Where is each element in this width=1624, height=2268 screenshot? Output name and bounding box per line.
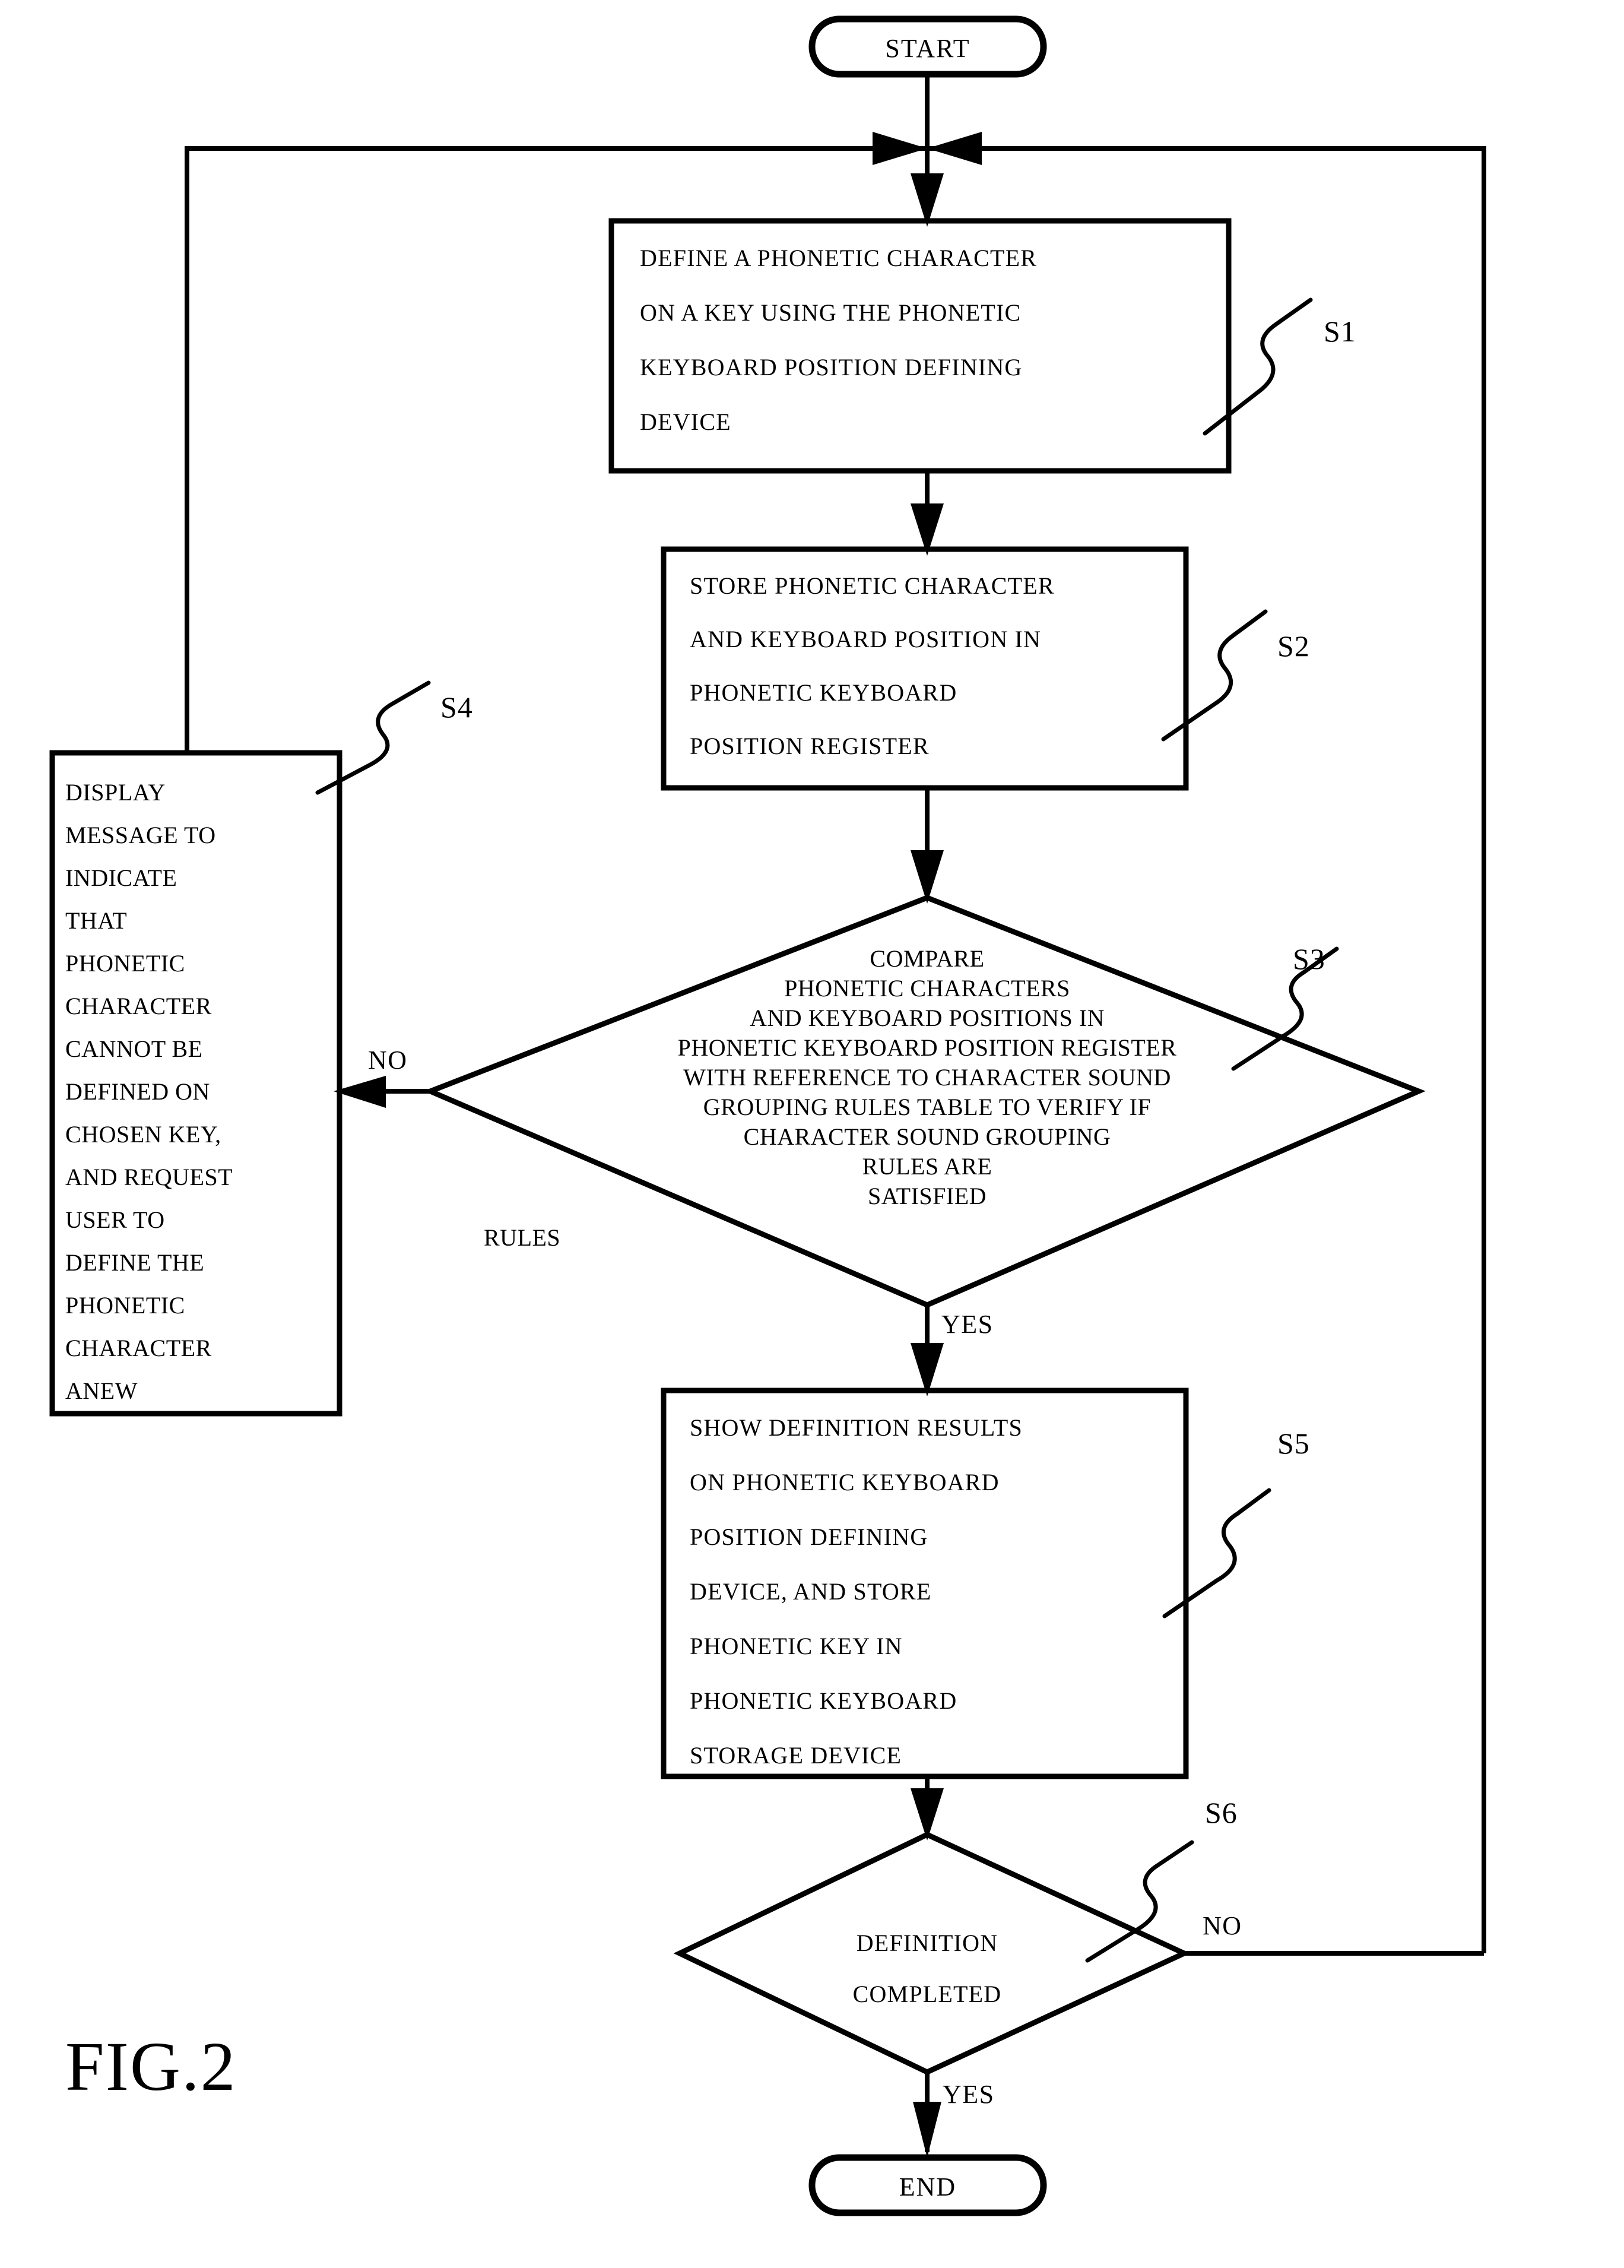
step-box-s6: DEFINITION COMPLETED [673, 1832, 1191, 2075]
end-terminal-label: END [899, 2172, 956, 2202]
s3-line-3: AND KEYBOARD POSITIONS IN [750, 1005, 1105, 1031]
s5-line-6: PHONETIC KEYBOARD [690, 1687, 957, 1714]
s4-line-13: PHONETIC [65, 1292, 185, 1319]
s4-line-2: MESSAGE TO [65, 822, 216, 848]
s1-line-2: ON A KEY USING THE PHONETIC [640, 299, 1021, 326]
s4-leader-line [315, 680, 431, 795]
s3-line-4: PHONETIC KEYBOARD POSITION REGISTER [678, 1034, 1177, 1061]
s4-line-4: THAT [65, 907, 127, 934]
s4-line-10: AND REQUEST [65, 1164, 233, 1190]
s4-line-12: DEFINE THE [65, 1249, 204, 1276]
s3-line-2: PHONETIC CHARACTERS [784, 975, 1070, 1002]
s3-line-8: RULES ARE [862, 1153, 992, 1180]
step-box-s5: SHOW DEFINITION RESULTS ON PHONETIC KEYB… [661, 1388, 1189, 1779]
s2-ref-label: S2 [1277, 629, 1310, 663]
s4-line-14: CHARACTER [65, 1335, 212, 1361]
s5-leader-line [1162, 1488, 1271, 1618]
terminal-end: END [808, 2154, 1047, 2216]
s3-line-6: GROUPING RULES TABLE TO VERIFY IF [703, 1094, 1152, 1120]
s1-leader-line [1203, 297, 1313, 436]
s3-line-7: CHARACTER SOUND GROUPING [744, 1123, 1111, 1150]
start-terminal-label: START [885, 34, 970, 63]
arrowhead-s6-yes-to-end [913, 2102, 941, 2158]
s6-line-1: DEFINITION [857, 1930, 998, 1956]
s5-line-7: STORAGE DEVICE [690, 1742, 902, 1769]
s5-line-3: POSITION DEFINING [690, 1523, 928, 1550]
s4-line-6: CHARACTER [65, 993, 212, 1019]
step-box-s3: COMPARE PHONETIC CHARACTERS AND KEYBOARD… [423, 895, 1426, 1308]
s2-line-3: PHONETIC KEYBOARD [690, 679, 957, 706]
s1-line-1: DEFINE A PHONETIC CHARACTER [640, 245, 1037, 271]
s4-line-8: DEFINED ON [65, 1078, 210, 1105]
s4-line-3: INDICATE [65, 864, 177, 891]
s5-ref-label: S5 [1277, 1427, 1310, 1460]
s2-leader-line [1161, 609, 1268, 742]
s4-line-15: ANEW [65, 1377, 138, 1404]
figure-root: START DEFINE A PHONETIC CHARACTER ON A K… [0, 0, 1624, 2268]
s1-line-4: DEVICE [640, 408, 731, 435]
s4-line-11: USER TO [65, 1206, 165, 1233]
s2-line-4: POSITION REGISTER [690, 733, 930, 759]
s4-ref-label: S4 [440, 690, 473, 724]
s4-line-1: DISPLAY [65, 779, 166, 806]
s3-ref-label: S3 [1293, 942, 1325, 975]
s5-line-2: ON PHONETIC KEYBOARD [690, 1469, 1000, 1496]
s5-line-4: DEVICE, AND STORE [690, 1578, 931, 1605]
s1-line-3: KEYBOARD POSITION DEFINING [640, 354, 1023, 381]
s6-no-label: NO [1203, 1911, 1242, 1940]
s3-line-5: WITH REFERENCE TO CHARACTER SOUND [683, 1064, 1171, 1091]
arrowhead-left-loop-merge [873, 132, 927, 165]
s6-ref-label: S6 [1205, 1796, 1238, 1829]
s3-yes-label: YES [941, 1310, 994, 1339]
s6-line-2: COMPLETED [853, 1981, 1002, 2007]
s5-line-1: SHOW DEFINITION RESULTS [690, 1414, 1023, 1441]
s4-line-9: CHOSEN KEY, [65, 1121, 221, 1148]
s3-line-9: SATISFIED [868, 1183, 987, 1209]
s3-line-1: COMPARE [870, 945, 984, 972]
connector-s4-feedback-loop [185, 146, 927, 753]
step-box-s2: STORE PHONETIC CHARACTER AND KEYBOARD PO… [661, 546, 1189, 791]
s3-no-label: NO [368, 1046, 408, 1075]
flowchart-diagram: START DEFINE A PHONETIC CHARACTER ON A K… [49, 15, 1486, 2216]
s5-line-5: PHONETIC KEY IN [690, 1633, 903, 1659]
terminal-start: START [808, 15, 1047, 78]
arrowhead-right-loop-merge [927, 132, 982, 165]
step-box-s1: DEFINE A PHONETIC CHARACTER ON A KEY USI… [608, 218, 1232, 474]
s4-line-7: CANNOT BE [65, 1035, 203, 1062]
s6-leader-line [1085, 1840, 1194, 1963]
s2-line-1: STORE PHONETIC CHARACTER [690, 572, 1055, 599]
step-box-s4: DISPLAY MESSAGE TO INDICATE THAT PHONETI… [49, 750, 342, 1417]
s4-line-5: PHONETIC [65, 950, 185, 977]
s1-ref-label: S1 [1324, 315, 1356, 348]
s6-yes-label: YES [943, 2080, 995, 2109]
s2-line-2: AND KEYBOARD POSITION IN [690, 626, 1041, 652]
s3-side-note-rules: RULES [484, 1224, 560, 1251]
figure-caption: FIG.2 [65, 2028, 237, 2105]
